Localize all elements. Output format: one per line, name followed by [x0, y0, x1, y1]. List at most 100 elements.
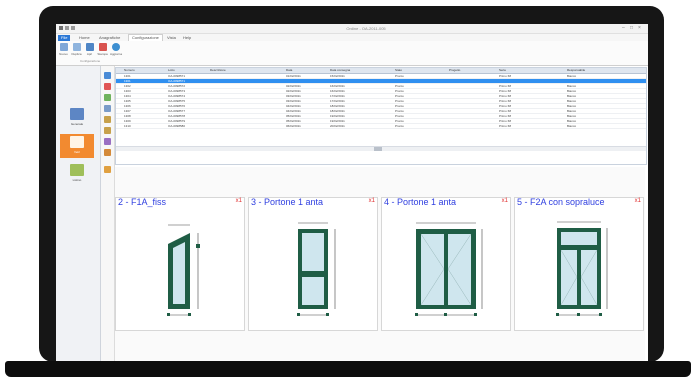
factory-icon [70, 108, 84, 120]
table-cell: OA-0098576 [168, 104, 186, 108]
table-cell: OA-0098572 [168, 84, 186, 88]
refresh-icon [111, 43, 120, 51]
table-cell: OA-0098571 [168, 74, 186, 78]
table-cell: OA-0098574 [168, 94, 186, 98]
table-cell: Primo 68 [499, 89, 512, 93]
table-cell: 1302 [124, 84, 131, 88]
table-cell: 1306 [124, 104, 131, 108]
table-cell: Bianco [567, 89, 577, 93]
table-cell: 04/02/2011 [286, 109, 301, 113]
table-cell: 02/02/2011 [286, 84, 301, 88]
table-cell: Primo 68 [499, 94, 512, 98]
table-cell: 1303 [124, 89, 131, 93]
column-header[interactable]: Progetto [449, 68, 460, 73]
table-cell: Primo 68 [499, 124, 512, 128]
new-label: Nuovo [59, 52, 68, 56]
column-header[interactable]: Data consegna [330, 68, 350, 73]
table-cell: OA-0098573 [168, 89, 186, 93]
table-cell: Bianco [567, 99, 577, 103]
nav-item-listino[interactable]: Listino [60, 162, 94, 186]
column-header[interactable]: Serie [499, 68, 506, 73]
column-header[interactable]: Descrizione [210, 68, 226, 73]
refresh-label: Aggiorna [110, 52, 123, 56]
refresh-button[interactable]: Aggiorna [110, 42, 123, 62]
table-cell: 18/02/2011 [330, 104, 345, 108]
window-card[interactable]: 2 - F1A_fiss x1 [115, 197, 245, 331]
nav-item-label: Vetri [73, 150, 80, 154]
window-drawing-fixed-tilted [167, 224, 200, 316]
table-cell: 20/02/2011 [330, 124, 345, 128]
horizontal-scrollbar[interactable] [116, 146, 646, 151]
filter-icon[interactable] [104, 138, 111, 145]
nav-item-label: Generale [70, 122, 84, 126]
card-quantity: x1 [368, 198, 375, 204]
table-cell: Bianco [567, 84, 577, 88]
move-up-icon[interactable] [104, 116, 111, 123]
duplicate-label: Duplica [71, 52, 82, 56]
table-cell: OA-0098578 [168, 114, 186, 118]
table-cell: 18/02/2011 [330, 109, 345, 113]
menu-configurazione[interactable]: Configurazione [128, 34, 163, 41]
table-cell: 17/02/2011 [330, 94, 345, 98]
preview-icon[interactable] [104, 166, 111, 173]
table-cell: 1305 [124, 99, 131, 103]
table-cell: 04/02/2011 [286, 104, 301, 108]
ribbon: Nuovo Duplica Apri Stampa Aggiorna Confi… [56, 41, 648, 66]
delete-icon[interactable] [104, 83, 111, 90]
table-cell: 1301 [124, 79, 131, 83]
new-button[interactable]: Nuovo [58, 42, 69, 62]
table-cell: 06/02/2011 [286, 124, 301, 128]
table-cell: 16/02/2011 [330, 84, 345, 88]
table-cell: Pronto [395, 84, 404, 88]
minimize-icon[interactable]: – [622, 26, 625, 31]
table-cell: Bianco [567, 114, 577, 118]
table-cell: 17/02/2011 [330, 99, 345, 103]
save-icon[interactable] [65, 26, 69, 30]
table-cell: Primo 68 [499, 99, 512, 103]
table-cell: Pronto [395, 124, 404, 128]
table-cell: 19/02/2011 [330, 119, 345, 123]
window-card[interactable]: 3 - Portone 1 anta x1 [248, 197, 378, 331]
window-card[interactable]: 4 - Portone 1 anta x1 [381, 197, 511, 331]
nav-item-generale[interactable]: Generale [60, 106, 94, 130]
table-cell: Pronto [395, 109, 404, 113]
table-cell: Pronto [395, 104, 404, 108]
copy-icon[interactable] [104, 105, 111, 112]
table-row[interactable]: 1310 OA-0098580 06/02/2011 20/02/2011 Pronto… [116, 124, 646, 129]
table-cell: 03/02/2011 [286, 99, 301, 103]
add-icon[interactable] [104, 72, 111, 79]
title-bar: Ordine - OA-2011-005 – □ × [56, 24, 648, 34]
table-cell: 05/02/2011 [286, 114, 301, 118]
export-icon[interactable] [104, 149, 111, 156]
table-cell: OA-0098577 [168, 109, 186, 113]
card-title: 5 - F2A con sopraluce [517, 197, 605, 207]
move-down-icon[interactable] [104, 127, 111, 134]
column-header[interactable]: Stato [395, 68, 402, 73]
table-cell: 02/02/2011 [286, 89, 301, 93]
scrollbar-thumb[interactable] [374, 147, 382, 151]
new-icon [59, 43, 68, 51]
table-cell: 01/02/2011 [286, 74, 301, 78]
window-card[interactable]: 5 - F2A con sopraluce x1 [514, 197, 644, 331]
table-cell: 1307 [124, 109, 131, 113]
table-cell: Bianco [567, 124, 577, 128]
card-quantity: x1 [634, 198, 641, 204]
column-header[interactable]: Responsabile [567, 68, 585, 73]
table-cell: 1304 [124, 94, 131, 98]
column-header[interactable]: Data [286, 68, 292, 73]
table-cell: OA-0098571 [168, 79, 186, 83]
table-cell: 16/02/2011 [330, 89, 345, 93]
table-cell: Pronto [395, 74, 404, 78]
close-icon[interactable]: × [638, 26, 641, 31]
maximize-icon[interactable]: □ [630, 26, 633, 31]
undo-icon[interactable] [71, 26, 75, 30]
column-header[interactable]: Numero [124, 68, 135, 73]
open-icon [85, 43, 94, 51]
nav-item-vetri[interactable]: Vetri [60, 134, 94, 158]
ribbon-group-label: Configurazione [80, 59, 101, 63]
list-icon [70, 164, 84, 176]
table-cell: 1301 [124, 74, 131, 78]
edit-icon[interactable] [104, 94, 111, 101]
orders-table: Numero Lotto Descrizione Data Data conse… [115, 67, 647, 165]
column-header[interactable]: Lotto [168, 68, 175, 73]
